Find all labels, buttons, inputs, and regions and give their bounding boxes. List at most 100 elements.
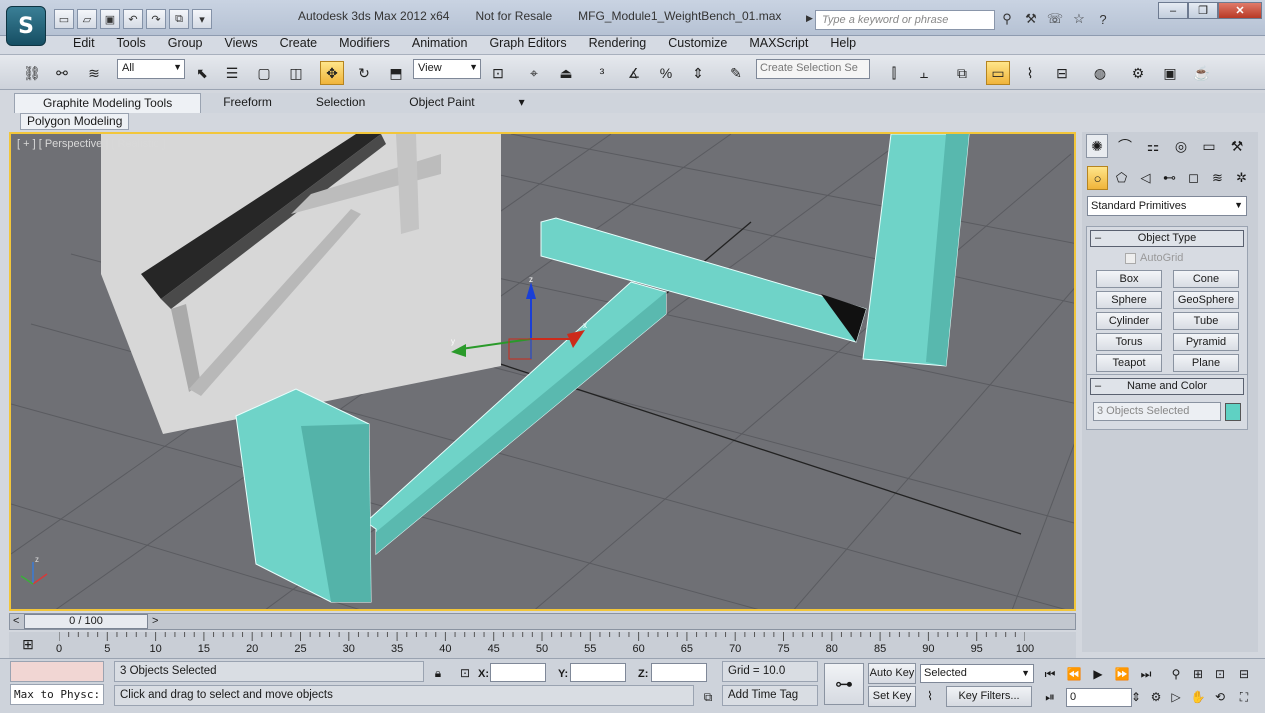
pyramid-button[interactable]: Pyramid xyxy=(1173,333,1239,351)
mini-curve-editor-icon[interactable]: ⊞ xyxy=(17,634,39,654)
modify-tab-icon[interactable]: ⌒ xyxy=(1114,134,1136,158)
angle-snap-icon[interactable]: ∡ xyxy=(622,61,646,85)
tab-selection[interactable]: Selection xyxy=(294,93,387,113)
close-button[interactable]: ✕ xyxy=(1218,2,1262,19)
y-coordinate-input[interactable] xyxy=(570,663,626,682)
select-and-move-icon[interactable]: ✥ xyxy=(320,61,344,85)
orbit-icon[interactable]: ⟲ xyxy=(1210,687,1230,707)
previous-frame-icon[interactable]: < xyxy=(13,615,19,627)
menu-maxscript[interactable]: MAXScript xyxy=(738,36,819,54)
set-key-icon[interactable]: ⊶ xyxy=(824,663,864,705)
perspective-viewport[interactable]: [ + ] [ Perspective ] [ Realistic ] z x … xyxy=(9,132,1076,611)
spinner-snap-icon[interactable]: ⇕ xyxy=(686,61,710,85)
zoom-extents-icon[interactable]: ⊡ xyxy=(1210,664,1230,684)
pan-view-icon[interactable]: ✋ xyxy=(1188,687,1208,707)
open-file-icon[interactable]: ▱ xyxy=(77,9,97,29)
next-key-icon[interactable]: ⏩ xyxy=(1112,664,1132,684)
help-icon[interactable]: ? xyxy=(1094,10,1112,28)
pivot-center-icon[interactable]: ⊡ xyxy=(486,61,510,85)
align-icon[interactable]: ⫠ xyxy=(912,61,936,85)
redo-icon[interactable]: ↷ xyxy=(146,9,166,29)
binoculars-icon[interactable]: ⚲ xyxy=(998,10,1016,28)
qat-dropdown-icon[interactable]: ▾ xyxy=(192,9,212,29)
bind-space-warp-icon[interactable]: ≋ xyxy=(82,61,106,85)
sphere-button[interactable]: Sphere xyxy=(1096,291,1162,309)
maxscript-listener-input[interactable]: Max to Physc: xyxy=(10,684,104,705)
viewport-label[interactable]: [ + ] [ Perspective ] [ Realistic ] xyxy=(17,138,165,150)
project-folder-icon[interactable]: ⧉ xyxy=(169,9,189,29)
space-warps-icon[interactable]: ≋ xyxy=(1207,166,1228,190)
graphite-toggle-icon[interactable]: ▭ xyxy=(986,61,1010,85)
search-expand-icon[interactable]: ▶ xyxy=(806,13,813,24)
cameras-icon[interactable]: ⊷ xyxy=(1159,166,1180,190)
select-by-name-icon[interactable]: ☰ xyxy=(220,61,244,85)
reference-coordinate-dropdown[interactable]: View ▼ xyxy=(413,59,481,79)
menu-rendering[interactable]: Rendering xyxy=(578,36,658,54)
object-color-swatch[interactable] xyxy=(1225,402,1241,421)
create-tab-icon[interactable]: ✺ xyxy=(1086,134,1108,158)
primitive-category-dropdown[interactable]: Standard Primitives ▼ xyxy=(1087,196,1247,216)
x-coordinate-input[interactable] xyxy=(490,663,546,682)
app-logo-button[interactable]: S xyxy=(6,6,46,46)
menu-animation[interactable]: Animation xyxy=(401,36,479,54)
key-filters-button[interactable]: Key Filters... xyxy=(946,686,1032,707)
geometry-icon[interactable]: ○ xyxy=(1087,166,1108,190)
name-and-color-header[interactable]: – Name and Color xyxy=(1090,378,1244,395)
default-tangent-icon[interactable]: ⌇ xyxy=(920,686,940,706)
helpers-icon[interactable]: ◻ xyxy=(1183,166,1204,190)
select-and-scale-icon[interactable]: ⬒ xyxy=(384,61,408,85)
menu-graph-editors[interactable]: Graph Editors xyxy=(478,36,577,54)
absolute-mode-icon[interactable]: ⊡ xyxy=(455,663,475,683)
minimize-button[interactable]: – xyxy=(1158,2,1188,19)
previous-key-icon[interactable]: ⏪ xyxy=(1064,664,1084,684)
display-tab-icon[interactable]: ▭ xyxy=(1198,134,1220,158)
play-icon[interactable]: ▶ xyxy=(1088,664,1108,684)
tab-object-paint[interactable]: Object Paint xyxy=(387,93,496,113)
go-to-start-icon[interactable]: ⏮ xyxy=(1040,664,1060,684)
time-slider-handle[interactable]: 0 / 100 xyxy=(24,614,148,629)
unlink-icon[interactable]: ⚯ xyxy=(50,61,74,85)
favorites-star-icon[interactable]: ☆ xyxy=(1070,10,1088,28)
selection-filter-dropdown[interactable]: All ▼ xyxy=(117,59,185,79)
select-and-link-icon[interactable]: ⛓ xyxy=(20,61,44,85)
trackbar[interactable]: ⊞ 0 5 10 15 20 25 30 35 40 45 50 55 60 65 70 75 80 85 90 95… xyxy=(9,632,1076,658)
utilities-tab-icon[interactable]: ⚒ xyxy=(1226,134,1248,158)
systems-icon[interactable]: ✲ xyxy=(1231,166,1252,190)
tab-freeform[interactable]: Freeform xyxy=(201,93,294,113)
percent-snap-icon[interactable]: % xyxy=(654,61,678,85)
menu-create[interactable]: Create xyxy=(269,36,329,54)
menu-modifiers[interactable]: Modifiers xyxy=(328,36,401,54)
frame-spinner-icon[interactable]: ⇕ xyxy=(1126,687,1146,707)
ribbon-panel-polygon-modeling[interactable]: Polygon Modeling xyxy=(20,113,130,130)
communication-icon[interactable]: ☏ xyxy=(1046,10,1064,28)
select-object-icon[interactable]: ⬉ xyxy=(190,61,214,85)
hierarchy-tab-icon[interactable]: ⚏ xyxy=(1142,134,1164,158)
search-input[interactable]: Type a keyword or phrase xyxy=(815,10,995,30)
edit-named-selection-icon[interactable]: ✎ xyxy=(724,61,748,85)
cylinder-button[interactable]: Cylinder xyxy=(1096,312,1162,330)
snaps-toggle-icon[interactable]: ³ xyxy=(590,61,614,85)
keyboard-shortcut-override-icon[interactable]: ⏏ xyxy=(554,61,578,85)
menu-customize[interactable]: Customize xyxy=(657,36,738,54)
zoom-all-icon[interactable]: ⊞ xyxy=(1188,664,1208,684)
rendered-frame-icon[interactable]: ▣ xyxy=(1158,61,1182,85)
material-editor-icon[interactable]: ◍ xyxy=(1088,61,1112,85)
new-file-icon[interactable]: ▭ xyxy=(54,9,74,29)
tab-graphite-modeling-tools[interactable]: Graphite Modeling Tools xyxy=(14,93,202,113)
object-name-field[interactable]: 3 Objects Selected xyxy=(1093,402,1221,421)
menu-tools[interactable]: Tools xyxy=(106,36,157,54)
key-mode-dropdown[interactable]: Selected ▼ xyxy=(920,664,1034,683)
selection-lock-icon[interactable]: 🔒︎ xyxy=(428,663,448,683)
motion-tab-icon[interactable]: ◎ xyxy=(1170,134,1192,158)
zoom-icon[interactable]: ⚲ xyxy=(1166,664,1186,684)
maxscript-listener-output[interactable] xyxy=(10,661,104,682)
torus-button[interactable]: Torus xyxy=(1096,333,1162,351)
zoom-extents-all-icon[interactable]: ⊟ xyxy=(1234,664,1254,684)
add-time-tag-button[interactable]: Add Time Tag xyxy=(722,685,818,706)
object-type-header[interactable]: – Object Type xyxy=(1090,230,1244,247)
set-key-button[interactable]: Set Key xyxy=(868,686,916,707)
window-crossing-icon[interactable]: ◫ xyxy=(284,61,308,85)
auto-key-button[interactable]: Auto Key xyxy=(868,663,916,684)
lights-icon[interactable]: ◁ xyxy=(1135,166,1156,190)
menu-group[interactable]: Group xyxy=(157,36,214,54)
